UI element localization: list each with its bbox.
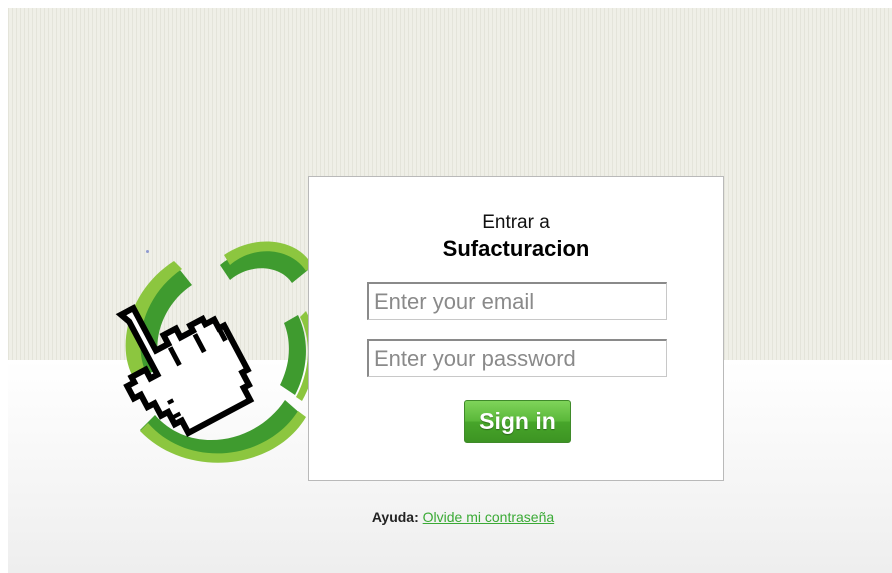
- sign-in-button[interactable]: Sign in: [464, 400, 571, 443]
- hand-cursor-illustration: [115, 241, 316, 463]
- login-page: Entrar a Sufacturacion Sign in Ayuda: Ol…: [0, 0, 892, 573]
- brand-name: Sufacturacion: [442, 236, 590, 261]
- password-input[interactable]: [367, 339, 667, 377]
- login-panel: Entrar a Sufacturacion Sign in: [308, 176, 724, 481]
- hand-cursor-icon: [115, 304, 255, 437]
- help-label: Ayuda:: [371, 509, 419, 525]
- forgot-password-link[interactable]: Olvide mi contraseña: [423, 509, 555, 525]
- email-input[interactable]: [367, 282, 667, 320]
- login-title: Entrar a: [482, 212, 550, 233]
- help-line: Ayuda: Olvide mi contraseña: [0, 509, 892, 525]
